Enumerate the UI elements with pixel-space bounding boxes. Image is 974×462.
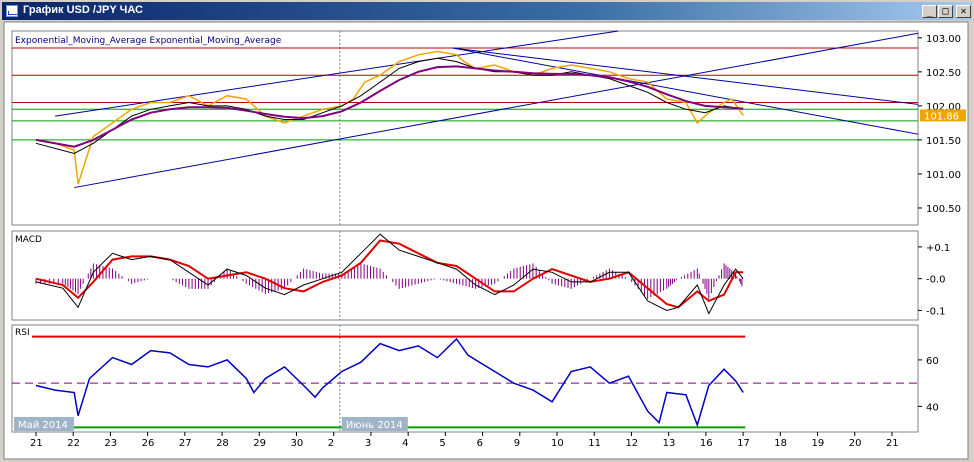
x-axis-label: 23 xyxy=(104,438,117,449)
x-axis-label: 6 xyxy=(477,438,483,449)
x-axis-label: 10 xyxy=(551,438,564,449)
price-panel-title: Exponential_Moving_Average Exponential_M… xyxy=(15,36,282,46)
x-axis-label: 13 xyxy=(663,438,676,449)
price-panel xyxy=(11,30,919,226)
price-axis-label: 100.50 xyxy=(926,204,961,215)
month-label: Май 2014 xyxy=(18,420,68,431)
x-axis-label: 19 xyxy=(812,438,825,449)
x-axis-label: 27 xyxy=(179,438,192,449)
x-axis-label: 2 xyxy=(328,438,334,449)
macd-axis-label: +0.1 xyxy=(926,243,950,254)
chart-area: 103.00102.50102.00101.50101.00100.50101.… xyxy=(3,21,969,460)
x-axis-label: 22 xyxy=(67,438,80,449)
x-axis-label: 20 xyxy=(849,438,862,449)
macd-panel xyxy=(11,230,919,321)
x-axis-label: 16 xyxy=(700,438,713,449)
x-axis-label: 29 xyxy=(253,438,266,449)
price-axis-label: 102.50 xyxy=(926,68,961,79)
month-label: Июнь 2014 xyxy=(346,420,403,431)
rsi-panel xyxy=(11,324,919,433)
rsi-axis-label: 40 xyxy=(926,402,939,413)
x-axis-label: 30 xyxy=(291,438,304,449)
x-axis-label: 5 xyxy=(439,438,445,449)
x-axis-label: 21 xyxy=(30,438,43,449)
macd-axis-label: -0.1 xyxy=(926,306,946,317)
x-axis-label: 28 xyxy=(216,438,229,449)
current-price-label: 101.86 xyxy=(924,111,959,122)
chart-window: График USD /JPY ЧАС _ □ ✕ 103.00 102.50 10… xyxy=(0,0,974,462)
x-axis-label: 4 xyxy=(402,438,408,449)
x-axis-label: 21 xyxy=(886,438,899,449)
x-axis-label: 26 xyxy=(142,438,155,449)
price-axis-label: 103.00 xyxy=(926,34,961,45)
macd-panel-title: MACD xyxy=(15,235,42,245)
x-axis-label: 18 xyxy=(774,438,787,449)
price-axis-label: 101.00 xyxy=(926,170,961,181)
macd-axis-label: -0.0 xyxy=(926,275,946,286)
x-axis-label: 9 xyxy=(514,438,520,449)
price-axis-label: 101.50 xyxy=(926,136,961,147)
x-axis-label: 17 xyxy=(737,438,750,449)
x-axis-label: 12 xyxy=(625,438,638,449)
rsi-panel-title: RSI xyxy=(15,328,30,338)
x-axis-label: 11 xyxy=(588,438,601,449)
rsi-axis-label: 60 xyxy=(926,356,939,367)
x-axis-label: 3 xyxy=(365,438,371,449)
